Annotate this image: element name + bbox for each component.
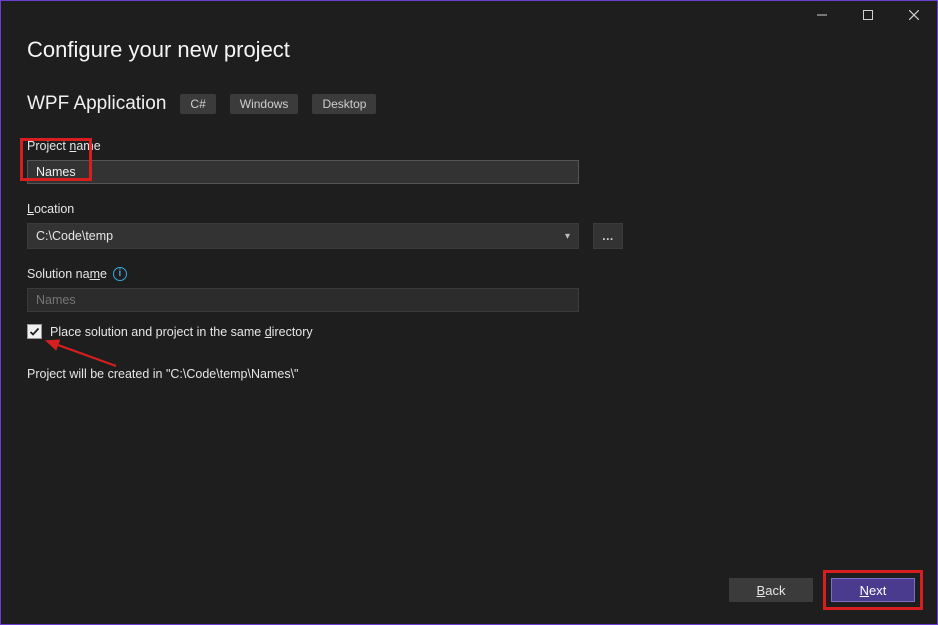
browse-button[interactable]: ... (593, 223, 623, 249)
template-tag: Windows (230, 94, 299, 114)
annotation-arrow (41, 338, 121, 368)
minimize-icon (817, 10, 827, 20)
page-title: Configure your new project (27, 37, 911, 63)
next-button[interactable]: Next (831, 578, 915, 602)
solution-name-label: Solution name i (27, 267, 911, 281)
window-titlebar (1, 1, 937, 31)
footer: Back Next (729, 570, 923, 610)
project-name-input[interactable] (27, 160, 579, 184)
template-row: WPF Application C# Windows Desktop (27, 93, 911, 115)
location-label: Location (27, 202, 911, 216)
solution-name-input (27, 288, 579, 312)
annotation-highlight-next: Next (823, 570, 923, 610)
chevron-down-icon: ▾ (565, 231, 570, 242)
template-tag: C# (180, 94, 215, 114)
close-button[interactable] (891, 1, 937, 29)
location-dropdown[interactable]: C:\Code\temp ▾ (27, 223, 579, 249)
minimize-button[interactable] (799, 1, 845, 29)
location-value: C:\Code\temp (36, 229, 113, 243)
project-name-label: Project name (27, 139, 911, 153)
creation-path-text: Project will be created in "C:\Code\temp… (27, 367, 911, 381)
checkmark-icon (29, 326, 40, 337)
template-tag: Desktop (312, 94, 376, 114)
back-button[interactable]: Back (729, 578, 813, 602)
same-directory-label: Place solution and project in the same d… (50, 325, 313, 339)
info-icon[interactable]: i (113, 267, 127, 281)
maximize-icon (863, 10, 873, 20)
same-directory-checkbox[interactable] (27, 324, 42, 339)
template-name: WPF Application (27, 93, 166, 115)
maximize-button[interactable] (845, 1, 891, 29)
close-icon (909, 10, 919, 20)
